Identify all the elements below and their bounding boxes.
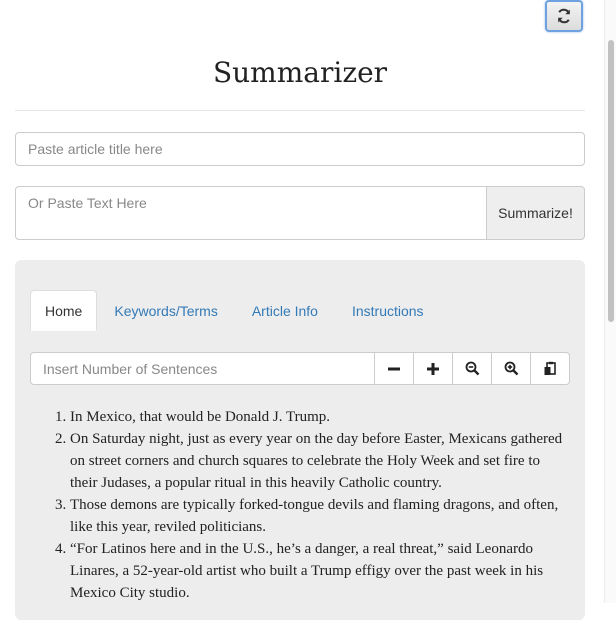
sentence-controls [30, 352, 570, 385]
plus-icon [427, 362, 439, 375]
sentence-count-input[interactable] [30, 352, 375, 385]
increase-button[interactable] [414, 352, 453, 385]
home-tab-content: In Mexico, that would be Donald J. Trump… [30, 331, 570, 621]
zoom-in-icon [504, 361, 518, 376]
article-title-input[interactable] [15, 132, 585, 166]
paste-button[interactable] [531, 352, 570, 385]
tab-home[interactable]: Home [30, 290, 98, 331]
summary-sentence: On Saturday night, just as every year on… [70, 428, 570, 494]
minus-icon [388, 367, 400, 370]
article-text-input[interactable] [15, 186, 486, 240]
page-scrollbar[interactable] [604, 0, 616, 603]
tab-bar: Home Keywords/Terms Article Info Instruc… [30, 290, 441, 331]
tab-keywords-terms[interactable]: Keywords/Terms [97, 290, 234, 331]
decrease-button[interactable] [375, 352, 414, 385]
refresh-icon [558, 8, 570, 24]
title-divider [15, 110, 585, 111]
zoom-out-button[interactable] [453, 352, 492, 385]
results-panel: Home Keywords/Terms Article Info Instruc… [15, 260, 585, 620]
tab-article-info[interactable]: Article Info [235, 290, 335, 331]
scrollbar-thumb[interactable] [608, 40, 614, 322]
page-title: Summarizer [212, 56, 388, 89]
tab-instructions[interactable]: Instructions [335, 290, 441, 331]
summary-sentence: Those demons are typically forked-tongue… [70, 494, 570, 538]
zoom-in-button[interactable] [492, 352, 531, 385]
summarize-button[interactable]: Summarize! [486, 186, 585, 240]
summary-list: In Mexico, that would be Donald J. Trump… [30, 406, 570, 604]
zoom-out-icon [465, 361, 479, 376]
paste-icon [544, 361, 556, 375]
summary-sentence: In Mexico, that would be Donald J. Trump… [70, 406, 570, 428]
top-bar [0, 0, 604, 40]
summary-sentence: “For Latinos here and in the U.S., he’s … [70, 538, 570, 604]
refresh-button[interactable] [545, 0, 583, 32]
text-input-group: Summarize! [15, 186, 585, 240]
